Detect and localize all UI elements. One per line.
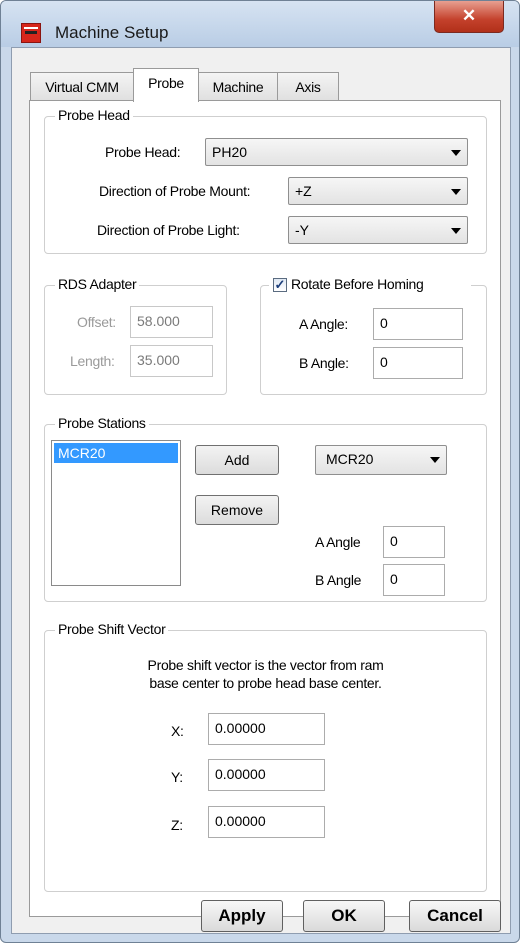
length-field[interactable]: 35.000 — [130, 345, 213, 377]
shift-z-field[interactable]: 0.00000 — [208, 806, 325, 838]
probe-head-value: PH20 — [212, 144, 248, 160]
tab-machine[interactable]: Machine — [198, 72, 278, 100]
rds-adapter-legend: RDS Adapter — [55, 276, 140, 292]
rotate-b-angle-label: B Angle: — [299, 355, 349, 371]
shift-y-field[interactable]: 0.00000 — [208, 759, 325, 791]
tab-virtual-cmm[interactable]: Virtual CMM — [30, 72, 134, 100]
probe-mount-select[interactable]: +Z — [288, 177, 468, 205]
offset-field[interactable]: 58.000 — [130, 306, 213, 338]
close-icon[interactable]: ✕ — [434, 1, 504, 33]
shift-x-field[interactable]: 0.00000 — [208, 713, 325, 745]
probe-stations-legend: Probe Stations — [55, 415, 149, 431]
probe-head-legend: Probe Head — [55, 107, 133, 123]
list-item[interactable]: MCR20 — [54, 443, 178, 463]
chevron-down-icon — [430, 457, 440, 463]
station-b-angle-field[interactable]: 0 — [383, 564, 445, 596]
dialog-client: Virtual CMM Probe Machine Axis Probe Hea… — [11, 47, 511, 934]
probe-light-select[interactable]: -Y — [288, 216, 468, 244]
offset-label: Offset: — [77, 314, 116, 330]
rotate-before-homing-group: ✓ Rotate Before Homing A Angle: 0 B Angl… — [260, 275, 487, 395]
add-button[interactable]: Add — [195, 445, 279, 475]
machine-setup-window: Machine Setup ✕ Virtual CMM Probe Machin… — [0, 0, 520, 943]
tab-probe[interactable]: Probe — [133, 68, 199, 102]
rotate-checkbox-label: Rotate Before Homing — [291, 276, 424, 292]
ok-button[interactable]: OK — [303, 900, 385, 932]
station-type-value: MCR20 — [326, 451, 374, 467]
rotate-b-angle-field[interactable]: 0 — [373, 347, 463, 379]
length-label: Length: — [70, 353, 115, 369]
station-a-angle-field[interactable]: 0 — [383, 526, 445, 558]
rds-adapter-group: RDS Adapter Offset: 58.000 Length: 35.00… — [44, 276, 227, 395]
shift-z-label: Z: — [171, 817, 183, 833]
shift-vector-description-line1: Probe shift vector is the vector from ra… — [147, 657, 384, 673]
station-a-angle-label: A Angle — [315, 534, 361, 550]
app-icon — [21, 23, 41, 43]
probe-mount-label: Direction of Probe Mount: — [99, 183, 251, 199]
window-title: Machine Setup — [55, 23, 169, 42]
rotate-checkbox[interactable]: ✓ — [273, 278, 287, 292]
probe-head-group: Probe Head Probe Head: PH20 Direction of… — [44, 107, 487, 254]
shift-vector-description-line2: base center to probe head base center. — [149, 675, 382, 691]
shift-x-label: X: — [171, 723, 184, 739]
probe-mount-value: +Z — [295, 183, 312, 199]
station-b-angle-label: B Angle — [315, 572, 362, 588]
probe-tab-panel: Probe Head Probe Head: PH20 Direction of… — [29, 100, 501, 917]
probe-head-label: Probe Head: — [105, 144, 181, 160]
rotate-a-angle-label: A Angle: — [299, 316, 348, 332]
rotate-a-angle-field[interactable]: 0 — [373, 308, 463, 340]
probe-stations-list[interactable]: MCR20 — [51, 440, 181, 586]
probe-shift-vector-group: Probe Shift Vector Probe shift vector is… — [44, 621, 487, 892]
cancel-button[interactable]: Cancel — [409, 900, 501, 932]
title-bar[interactable]: Machine Setup ✕ — [1, 1, 519, 47]
probe-stations-group: Probe Stations MCR20 Add MCR20 Remove A … — [44, 415, 487, 602]
probe-shift-vector-legend: Probe Shift Vector — [55, 621, 169, 637]
chevron-down-icon — [451, 189, 461, 195]
station-type-select[interactable]: MCR20 — [315, 445, 447, 475]
rotate-checkbox-row[interactable]: ✓ Rotate Before Homing — [269, 275, 471, 295]
tab-axis[interactable]: Axis — [277, 72, 339, 100]
probe-head-select[interactable]: PH20 — [205, 138, 468, 166]
chevron-down-icon — [451, 228, 461, 234]
probe-light-label: Direction of Probe Light: — [97, 222, 240, 238]
remove-button[interactable]: Remove — [195, 495, 279, 525]
chevron-down-icon — [451, 150, 461, 156]
apply-button[interactable]: Apply — [201, 900, 283, 932]
probe-light-value: -Y — [295, 222, 309, 238]
shift-y-label: Y: — [171, 769, 183, 785]
